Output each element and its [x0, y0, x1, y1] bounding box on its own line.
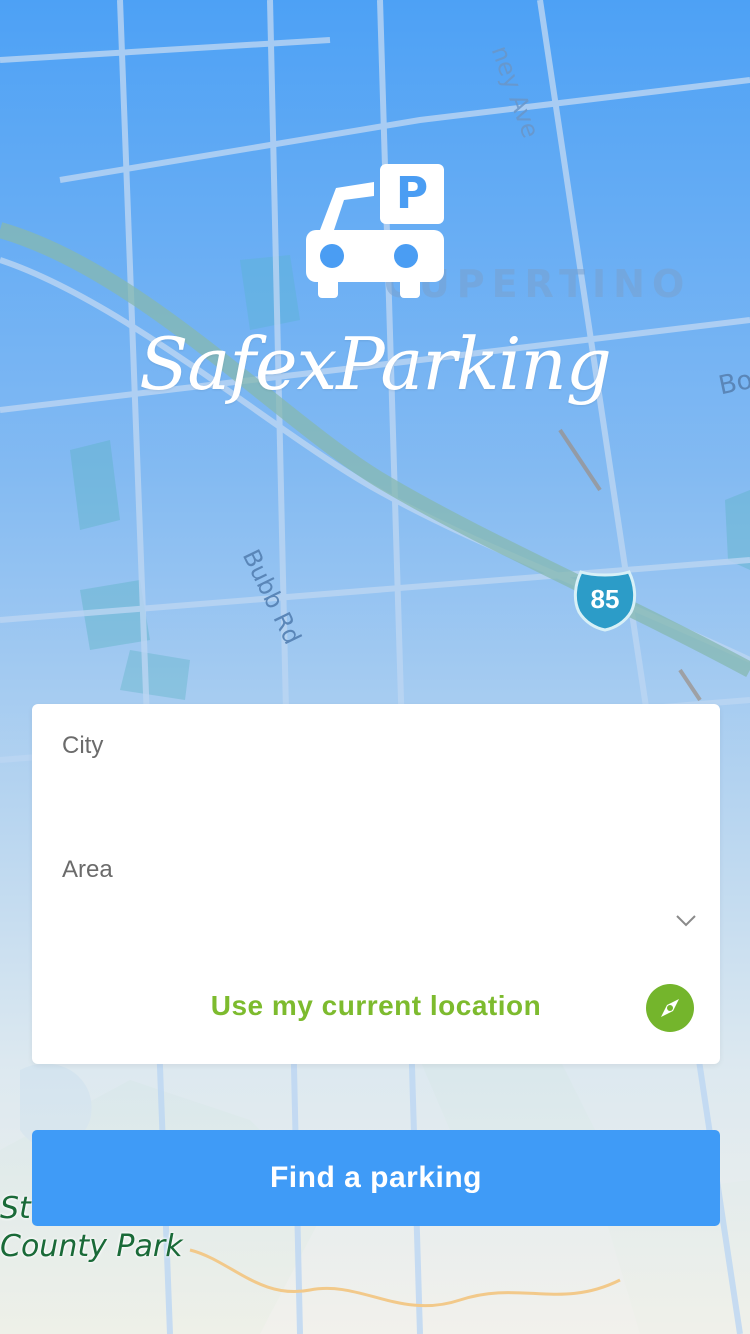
area-label: Area	[62, 856, 113, 883]
highway-number: 85	[590, 584, 620, 614]
highway-shield-icon: 85	[571, 566, 639, 632]
city-label: City	[62, 732, 104, 759]
search-form-card: City Area Use my current location	[32, 704, 720, 1064]
area-select[interactable]: Area	[32, 828, 720, 948]
city-field[interactable]: City	[32, 704, 720, 814]
car-parking-icon: P	[300, 160, 450, 308]
app-brand-name: SafexParking	[139, 322, 612, 406]
chevron-down-icon	[674, 908, 698, 932]
svg-text:P: P	[396, 168, 428, 219]
use-current-location-label: Use my current location	[210, 990, 542, 1021]
compass-icon[interactable]	[646, 984, 694, 1032]
use-current-location-button[interactable]: Use my current location	[32, 972, 720, 1042]
find-parking-button[interactable]: Find a parking	[32, 1130, 720, 1226]
